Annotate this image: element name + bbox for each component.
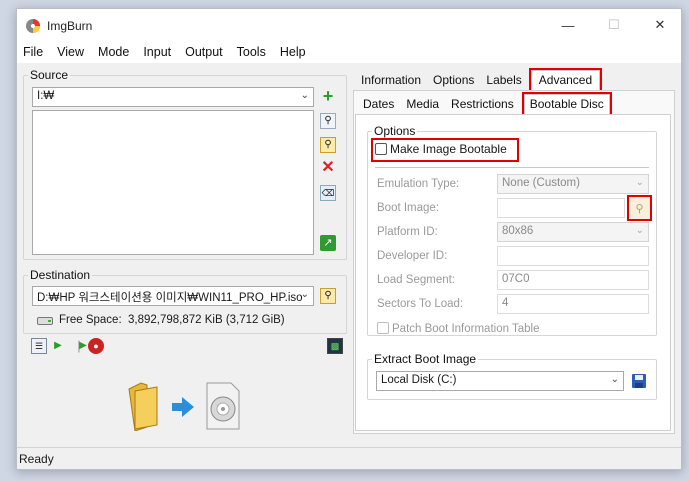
play-small-icon[interactable]: ▶ (50, 338, 66, 354)
destination-legend: Destination (30, 268, 91, 282)
load-segment-field[interactable]: 07C0 (497, 270, 649, 290)
tab-bootable-disc[interactable]: Bootable Disc (521, 92, 612, 116)
source-drive-select[interactable]: I:₩ ⌄ (32, 87, 314, 107)
menu-file[interactable]: File (17, 45, 50, 59)
menu-view[interactable]: View (50, 45, 91, 59)
remove-icon[interactable]: ✕ (320, 160, 336, 176)
extract-boot-image-legend: Extract Boot Image (374, 352, 477, 366)
make-bootable-label: Make Image Bootable (390, 142, 507, 156)
tab-media[interactable]: Media (400, 94, 445, 114)
chevron-down-icon: ⌄ (610, 374, 619, 385)
patch-boot-info-label: Patch Boot Information Table (392, 323, 540, 335)
chevron-down-icon: ⌄ (635, 225, 644, 236)
platform-id-value: 80x86 (502, 225, 534, 237)
arrow-right-icon (172, 397, 194, 417)
maximize-button[interactable]: ☐ (591, 9, 637, 41)
emulation-type-value: None (Custom) (502, 177, 580, 189)
tab-advanced[interactable]: Advanced (528, 68, 603, 92)
close-button[interactable]: ✕ (637, 9, 683, 41)
build-mode-graphic[interactable] (127, 379, 247, 431)
sub-tabs: Dates Media Restrictions Bootable Disc (357, 92, 612, 116)
window-title: ImgBurn (47, 19, 93, 33)
checkbox-box (377, 322, 389, 334)
tab-options[interactable]: Options (427, 70, 480, 90)
save-icon[interactable] (631, 373, 647, 389)
load-segment-label: Load Segment: (377, 274, 456, 286)
emulation-type-label: Emulation Type: (377, 178, 460, 190)
browse-folder-icon[interactable]: ⚲ (320, 137, 336, 153)
destination-path-value: D:₩HP 워크스테이션용 이미지₩WIN11_PRO_HP.iso (37, 292, 303, 304)
emulation-type-select[interactable]: None (Custom) ⌄ (497, 174, 649, 194)
menu-tools[interactable]: Tools (230, 45, 273, 59)
imgburn-window: ImgBurn — ☐ ✕ File View Mode Input Outpu… (16, 8, 682, 470)
title-bar: ImgBurn — ☐ ✕ (17, 9, 681, 41)
developer-id-field[interactable] (497, 246, 649, 266)
sectors-to-load-label: Sectors To Load: (377, 298, 464, 310)
calculate-icon[interactable]: ↗ (320, 235, 336, 251)
status-bar: Ready (17, 447, 681, 469)
tab-restrictions[interactable]: Restrictions (445, 94, 520, 114)
source-file-list[interactable] (32, 110, 314, 255)
free-space-label: Free Space: (59, 314, 122, 326)
tab-labels[interactable]: Labels (480, 70, 527, 90)
minimize-button[interactable]: — (545, 9, 591, 41)
developer-id-label: Developer ID: (377, 250, 448, 262)
extract-drive-select[interactable]: Local Disk (C:) ⌄ (376, 371, 624, 391)
chevron-down-icon: ⌄ (635, 177, 644, 188)
disc-image-icon (206, 382, 240, 430)
hard-drive-icon (37, 317, 53, 325)
browse-boot-image-icon[interactable]: ⚲ (627, 195, 652, 221)
checkbox-box (375, 143, 387, 155)
menu-output[interactable]: Output (178, 45, 230, 59)
free-space-value: 3,892,798,872 KiB (3,712 GiB) (128, 314, 285, 326)
tab-dates[interactable]: Dates (357, 94, 400, 114)
make-bootable-checkbox[interactable]: Make Image Bootable (371, 138, 519, 162)
options-divider (375, 167, 649, 168)
tab-information[interactable]: Information (355, 70, 427, 90)
status-text: Ready (19, 452, 54, 466)
burn-icon[interactable]: ● (88, 338, 104, 354)
imgburn-app-icon (26, 19, 40, 33)
patch-boot-info-checkbox[interactable]: Patch Boot Information Table (377, 322, 539, 335)
platform-id-select[interactable]: 80x86 ⌄ (497, 222, 649, 242)
search-file-icon[interactable]: ⚲ (320, 113, 336, 129)
terminal-icon[interactable]: ▩ (327, 338, 343, 354)
source-legend: Source (30, 68, 69, 82)
destination-path-select[interactable]: D:₩HP 워크스테이션용 이미지₩WIN11_PRO_HP.iso ⌄ (32, 286, 314, 306)
clear-list-icon[interactable]: ⌫ (320, 185, 336, 201)
menu-bar: File View Mode Input Output Tools Help (17, 41, 681, 63)
chevron-down-icon: ⌄ (300, 289, 309, 300)
menu-input[interactable]: Input (136, 45, 178, 59)
platform-id-label: Platform ID: (377, 226, 438, 238)
chevron-down-icon: ⌄ (300, 90, 309, 101)
folder-icon (128, 382, 158, 431)
main-tabs: Information Options Labels Advanced (355, 68, 603, 92)
boot-image-label: Boot Image: (377, 202, 440, 214)
menu-mode[interactable]: Mode (91, 45, 136, 59)
log-icon[interactable]: ☰ (31, 338, 47, 354)
source-drive-value: I:₩ (37, 90, 55, 102)
menu-help[interactable]: Help (273, 45, 313, 59)
boot-image-field[interactable] (497, 198, 625, 218)
sectors-to-load-field[interactable]: 4 (497, 294, 649, 314)
add-icon[interactable]: + (320, 87, 336, 105)
browse-destination-icon[interactable]: ⚲ (320, 288, 336, 304)
extract-drive-value: Local Disk (C:) (381, 374, 457, 386)
options-legend: Options (374, 124, 416, 138)
